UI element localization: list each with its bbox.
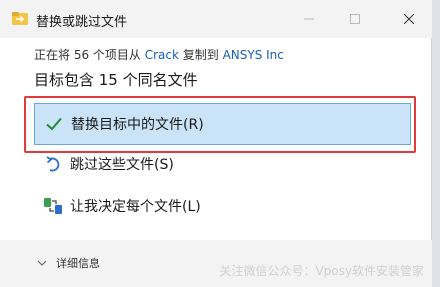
close-icon <box>404 14 414 24</box>
transfer-middle: 复制到 <box>178 48 223 62</box>
dialog-heading: 目标包含 15 个同名文件 <box>34 71 198 89</box>
maximize-icon <box>350 14 360 24</box>
transfer-prefix: 正在将 56 个项目从 <box>34 48 145 62</box>
dialog-footer: 详细信息 关注微信公众号：Vposy软件安装管家 <box>0 240 432 287</box>
file-move-icon <box>12 11 28 25</box>
skip-arrow-icon <box>42 153 64 175</box>
close-button[interactable] <box>386 0 432 38</box>
details-toggle[interactable]: 详细信息 <box>36 255 100 271</box>
minimize-icon <box>304 18 314 20</box>
maximize-button[interactable] <box>332 0 378 38</box>
source-folder-link[interactable]: Crack <box>145 48 179 62</box>
details-label: 详细信息 <box>56 257 100 270</box>
title-bar: 替换或跳过文件 <box>0 0 432 38</box>
decide-icon <box>42 195 64 217</box>
checkmark-icon <box>43 113 65 135</box>
transfer-description: 正在将 56 个项目从 Crack 复制到 ANSYS Inc <box>34 46 284 63</box>
watermark-text: 关注微信公众号：Vposy软件安装管家 <box>219 264 424 278</box>
skip-files-label: 跳过这些文件(S) <box>70 157 174 173</box>
chevron-down-icon <box>37 260 47 266</box>
decide-each-file-option[interactable]: 让我决定每个文件(L) <box>34 185 411 227</box>
replace-files-label: 替换目标中的文件(R) <box>71 117 204 133</box>
window-title: 替换或跳过文件 <box>36 15 128 30</box>
skip-files-option[interactable]: 跳过这些文件(S) <box>34 143 411 185</box>
decide-each-file-label: 让我决定每个文件(L) <box>70 199 201 215</box>
destination-folder-link[interactable]: ANSYS Inc <box>223 48 284 62</box>
replace-skip-dialog: 替换或跳过文件 正在将 56 个项目从 Crack 复制到 ANSYS Inc … <box>0 0 432 287</box>
replace-files-option[interactable]: 替换目标中的文件(R) <box>34 103 411 145</box>
minimize-button[interactable] <box>286 0 332 38</box>
